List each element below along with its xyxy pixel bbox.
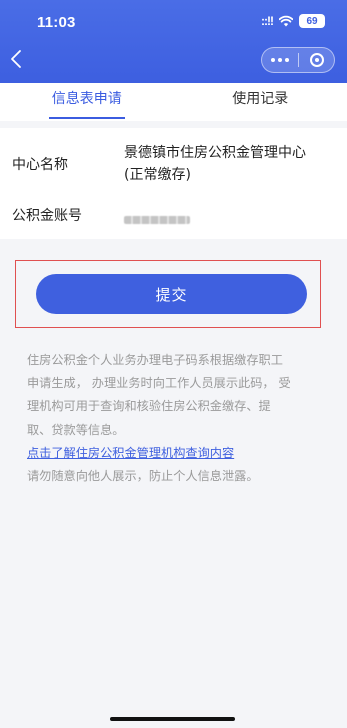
center-value: 景德镇市住房公积金管理中心(正常缴存) [124, 145, 306, 183]
notice-line: 请勿随意向他人展示，防止个人信息泄露。 [27, 469, 259, 484]
target-close-icon[interactable] [299, 53, 334, 67]
account-value-masked [124, 209, 319, 231]
notice-line: 理机构可用于查询和核验住房公积金缴存、提 [27, 399, 271, 414]
top-bar: 11:03 ::!! 69 [0, 0, 347, 83]
account-label: 公积金账号 [12, 208, 82, 224]
notice-line: 取、贷款等信息。 [27, 422, 125, 437]
notice-text: 住房公积金个人业务办理电子码系根据缴存职工 申请生成， 办理业务时向工作人员展示… [27, 349, 323, 488]
info-card: 中心名称 景德镇市住房公积金管理中心(正常缴存) 公积金账号 [0, 128, 347, 239]
home-indicator [110, 717, 235, 721]
more-dots-icon[interactable] [262, 58, 298, 62]
mini-program-capsule [261, 47, 335, 73]
chevron-left-icon[interactable] [8, 48, 24, 70]
status-indicators: ::!! 69 [261, 14, 325, 28]
wifi-icon [279, 15, 293, 27]
status-time: 11:03 [37, 14, 76, 31]
tab-bar: 信息表申请 使用记录 [0, 83, 347, 121]
submit-button[interactable]: 提交 [36, 274, 307, 314]
center-label: 中心名称 [12, 157, 68, 173]
tab-info-application[interactable]: 信息表申请 [0, 83, 174, 121]
notice-line: 住房公积金个人业务办理电子码系根据缴存职工 [27, 353, 283, 367]
battery-icon: 69 [299, 14, 325, 28]
signal-icon: ::!! [261, 14, 274, 28]
query-content-link[interactable]: 点击了解住房公积金管理机构查询内容 [27, 446, 234, 460]
tab-usage-records[interactable]: 使用记录 [174, 83, 347, 121]
notice-line: 申请生成， 办理业务时向工作人员展示此码， 受 [27, 376, 291, 391]
